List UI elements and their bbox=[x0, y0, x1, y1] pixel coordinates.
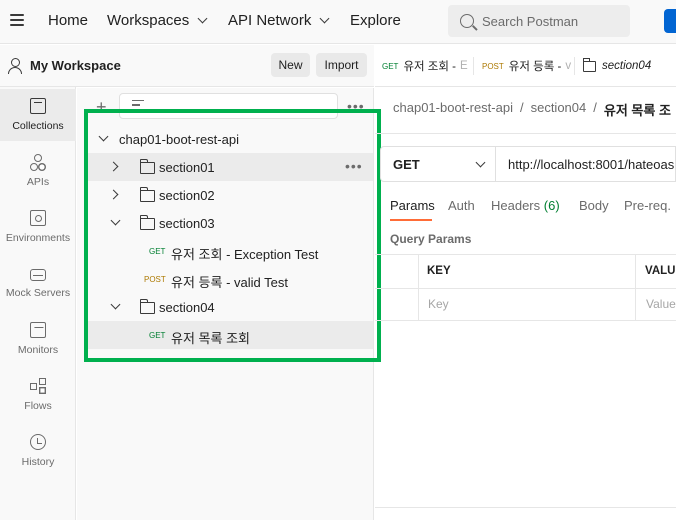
headers-count: (6) bbox=[543, 198, 560, 213]
rail-label: Monitors bbox=[17, 344, 59, 356]
flows-icon bbox=[30, 378, 46, 394]
tab-divider bbox=[473, 57, 474, 75]
nav-home-label: Home bbox=[48, 12, 89, 29]
tab-body[interactable]: Body bbox=[579, 198, 609, 213]
tab-label-overflow: v bbox=[565, 60, 572, 72]
response-divider bbox=[375, 507, 676, 508]
breadcrumb-folder[interactable]: section04 bbox=[531, 100, 587, 119]
method-badge: GET bbox=[382, 61, 399, 71]
tab-folder[interactable]: section04 bbox=[582, 45, 652, 87]
rail-label: Collections bbox=[12, 120, 64, 132]
nav-api-network-label: API Network bbox=[228, 12, 312, 29]
nav-workspaces[interactable]: Workspaces bbox=[107, 12, 208, 29]
environments-icon bbox=[30, 210, 46, 226]
column-header-key: KEY bbox=[427, 265, 451, 277]
rail-item-collections[interactable]: Collections bbox=[0, 89, 76, 141]
method-badge: POST bbox=[482, 61, 504, 71]
search-icon bbox=[460, 14, 474, 28]
nav-explore[interactable]: Explore bbox=[350, 12, 401, 29]
menu-icon[interactable] bbox=[10, 14, 24, 26]
workspace-header: My Workspace New Import bbox=[0, 45, 374, 87]
divider bbox=[375, 133, 676, 134]
top-bar: Home Workspaces API Network Explore Sear… bbox=[0, 0, 676, 44]
tab-request[interactable]: POST 유저 등록 - v bbox=[482, 45, 571, 87]
history-icon bbox=[30, 434, 46, 450]
tab-label-overflow: E bbox=[460, 60, 468, 72]
chevron-down-icon bbox=[197, 13, 208, 24]
breadcrumb-separator: / bbox=[593, 100, 597, 115]
query-params-table: KEY VALU Key Value bbox=[375, 254, 676, 321]
breadcrumb-request[interactable]: 유저 목록 조 bbox=[604, 100, 671, 119]
person-icon bbox=[8, 58, 22, 74]
nav-explore-label: Explore bbox=[350, 12, 401, 29]
breadcrumb-collection[interactable]: chap01-boot-rest-api bbox=[393, 100, 513, 119]
rail-item-flows[interactable]: Flows bbox=[0, 369, 76, 421]
tab-headers[interactable]: Headers (6) bbox=[491, 198, 560, 213]
value-input[interactable]: Value bbox=[646, 297, 676, 311]
tab-params[interactable]: Params bbox=[390, 198, 435, 213]
active-tab-indicator bbox=[390, 219, 432, 221]
chevron-down-icon bbox=[475, 157, 486, 168]
rail-label: Environments bbox=[5, 232, 71, 244]
query-params-title: Query Params bbox=[390, 232, 472, 246]
search-placeholder: Search Postman bbox=[482, 13, 579, 29]
folder-icon bbox=[582, 58, 596, 72]
icon-rail: Collections APIs Environments Mock Serve… bbox=[0, 45, 76, 520]
nav-workspaces-label: Workspaces bbox=[107, 12, 190, 29]
method-value: GET bbox=[393, 157, 420, 172]
apis-icon bbox=[30, 154, 46, 171]
rail-label: Mock Servers bbox=[5, 287, 71, 299]
import-button[interactable]: Import bbox=[316, 53, 367, 77]
rail-item-history[interactable]: History bbox=[0, 425, 76, 477]
invite-button[interactable] bbox=[664, 9, 676, 33]
breadcrumb: chap01-boot-rest-api / section04 / 유저 목록… bbox=[393, 100, 671, 119]
url-value: http://localhost:8001/hateoas bbox=[508, 157, 675, 172]
tab-label: 유저 조회 - bbox=[403, 61, 456, 73]
tab-pre-request[interactable]: Pre-req. bbox=[624, 198, 671, 213]
rail-item-environments[interactable]: Environments bbox=[0, 201, 76, 253]
rail-label: Flows bbox=[24, 400, 52, 412]
collections-icon bbox=[30, 98, 46, 114]
tab-auth[interactable]: Auth bbox=[448, 198, 475, 213]
tab-label: 유저 등록 - bbox=[508, 61, 562, 73]
chevron-down-icon bbox=[319, 13, 330, 24]
rail-label: History bbox=[21, 456, 55, 468]
search-input[interactable]: Search Postman bbox=[448, 5, 630, 37]
url-input[interactable]: http://localhost:8001/hateoas bbox=[496, 146, 676, 182]
monitors-icon bbox=[30, 322, 46, 338]
highlight-box bbox=[84, 109, 381, 362]
tab-label: section04 bbox=[602, 60, 652, 72]
tab-headers-label: Headers bbox=[491, 198, 541, 213]
breadcrumb-separator: / bbox=[519, 100, 524, 115]
nav-home[interactable]: Home bbox=[48, 12, 88, 29]
filter-icon bbox=[132, 100, 144, 109]
rail-item-mock-servers[interactable]: Mock Servers bbox=[0, 257, 76, 309]
key-input[interactable]: Key bbox=[428, 297, 449, 311]
rail-item-apis[interactable]: APIs bbox=[0, 145, 76, 197]
tab-request[interactable]: GET 유저 조회 - E bbox=[382, 45, 468, 87]
nav-api-network[interactable]: API Network bbox=[228, 12, 330, 29]
rail-label: APIs bbox=[26, 176, 50, 188]
column-header-value: VALU bbox=[645, 265, 676, 277]
request-tabs: GET 유저 조회 - E POST 유저 등록 - v section04 bbox=[375, 45, 676, 87]
workspace-title[interactable]: My Workspace bbox=[30, 58, 121, 73]
rail-item-monitors[interactable]: Monitors bbox=[0, 313, 76, 365]
mock-servers-icon bbox=[30, 269, 46, 281]
tab-divider bbox=[574, 57, 575, 75]
method-select[interactable]: GET bbox=[380, 146, 496, 182]
new-button[interactable]: New bbox=[271, 53, 310, 77]
